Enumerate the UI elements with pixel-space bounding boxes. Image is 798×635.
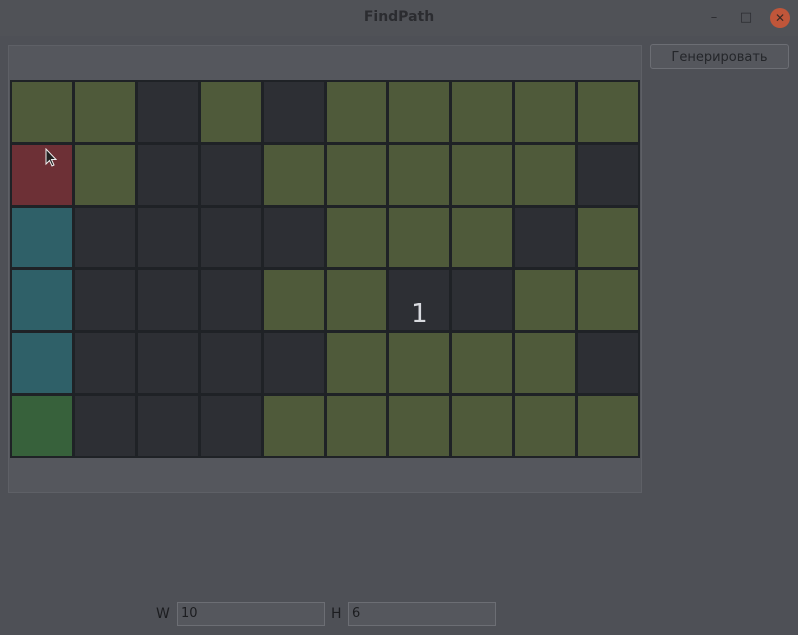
grid-cell-wall[interactable]	[578, 144, 638, 205]
grid-cell-wall[interactable]	[137, 396, 198, 456]
grid-cell-wall[interactable]	[137, 270, 198, 331]
grid-cell-open[interactable]	[326, 396, 387, 456]
grid-cell-wall[interactable]	[200, 270, 261, 331]
grid-cell-wall[interactable]	[578, 333, 638, 394]
grid-cell-open[interactable]	[389, 144, 450, 205]
grid-cell-open[interactable]	[326, 270, 387, 331]
window-title: FindPath	[363, 9, 435, 25]
grid-cell-wall[interactable]	[137, 333, 198, 394]
generate-button[interactable]: Генерировать	[650, 44, 789, 69]
grid-cell-open[interactable]	[389, 396, 450, 456]
close-icon: ✕	[774, 11, 786, 25]
grid-cell-open[interactable]	[389, 82, 450, 142]
grid-cell-open[interactable]	[326, 144, 387, 205]
grid-cell-wall[interactable]	[263, 207, 324, 268]
maximize-button[interactable]: □	[738, 10, 754, 26]
grid-cell-path[interactable]	[12, 207, 72, 268]
grid-cell-open[interactable]	[326, 82, 387, 142]
grid-cell-end[interactable]	[12, 396, 72, 456]
height-input[interactable]: 6	[348, 602, 496, 626]
grid-cell-wall[interactable]	[452, 270, 513, 331]
grid-cell-path[interactable]	[12, 270, 72, 331]
grid-cell-open[interactable]	[263, 270, 324, 331]
grid-cell-wall[interactable]	[263, 333, 324, 394]
grid-cell-start[interactable]	[12, 144, 72, 205]
grid-cell-open[interactable]	[263, 144, 324, 205]
grid-cell-open[interactable]	[389, 333, 450, 394]
close-button[interactable]: ✕	[770, 8, 790, 28]
grid-cell-open[interactable]	[515, 82, 576, 142]
grid-cell-wall[interactable]	[74, 207, 135, 268]
grid-cell-wall[interactable]	[74, 333, 135, 394]
grid-cell-wall[interactable]	[200, 333, 261, 394]
title-bar: FindPath – □ ✕	[0, 0, 798, 36]
grid-cell-open[interactable]	[263, 396, 324, 456]
grid-cell-wall[interactable]	[200, 396, 261, 456]
cell-label: 1	[411, 299, 428, 330]
grid-cell-open[interactable]	[452, 396, 513, 456]
grid-cell-open[interactable]	[578, 82, 638, 142]
path-grid[interactable]: 1	[10, 80, 640, 458]
grid-cell-open[interactable]	[452, 207, 513, 268]
width-label: W	[156, 606, 170, 622]
grid-cell-open[interactable]	[326, 333, 387, 394]
grid-cell-open[interactable]	[389, 207, 450, 268]
grid-cell-open[interactable]	[515, 396, 576, 456]
grid-cell-wall[interactable]	[137, 207, 198, 268]
grid-cell-open[interactable]	[515, 270, 576, 331]
grid-cell-open[interactable]	[578, 396, 638, 456]
grid-cell-open[interactable]	[515, 333, 576, 394]
grid-cell-wall[interactable]	[200, 207, 261, 268]
minimize-button[interactable]: –	[706, 10, 722, 26]
height-label: H	[331, 606, 342, 622]
grid-cell-open[interactable]	[74, 82, 135, 142]
grid-cell-wall[interactable]	[200, 144, 261, 205]
grid-cell-wall[interactable]: 1	[389, 270, 450, 331]
grid-cell-open[interactable]	[200, 82, 261, 142]
grid-cell-path[interactable]	[12, 333, 72, 394]
grid-cell-wall[interactable]	[74, 270, 135, 331]
width-input[interactable]: 10	[177, 602, 325, 626]
grid-cell-open[interactable]	[578, 270, 638, 331]
grid-cell-wall[interactable]	[263, 82, 324, 142]
grid-cell-wall[interactable]	[137, 144, 198, 205]
grid-cell-open[interactable]	[578, 207, 638, 268]
grid-cell-open[interactable]	[326, 207, 387, 268]
grid-cell-wall[interactable]	[137, 82, 198, 142]
grid-cell-open[interactable]	[452, 333, 513, 394]
grid-cell-open[interactable]	[12, 82, 72, 142]
grid-cell-open[interactable]	[515, 144, 576, 205]
grid-cell-open[interactable]	[452, 144, 513, 205]
grid-cell-open[interactable]	[74, 144, 135, 205]
grid-cell-wall[interactable]	[74, 396, 135, 456]
grid-cell-wall[interactable]	[515, 207, 576, 268]
grid-cell-open[interactable]	[452, 82, 513, 142]
